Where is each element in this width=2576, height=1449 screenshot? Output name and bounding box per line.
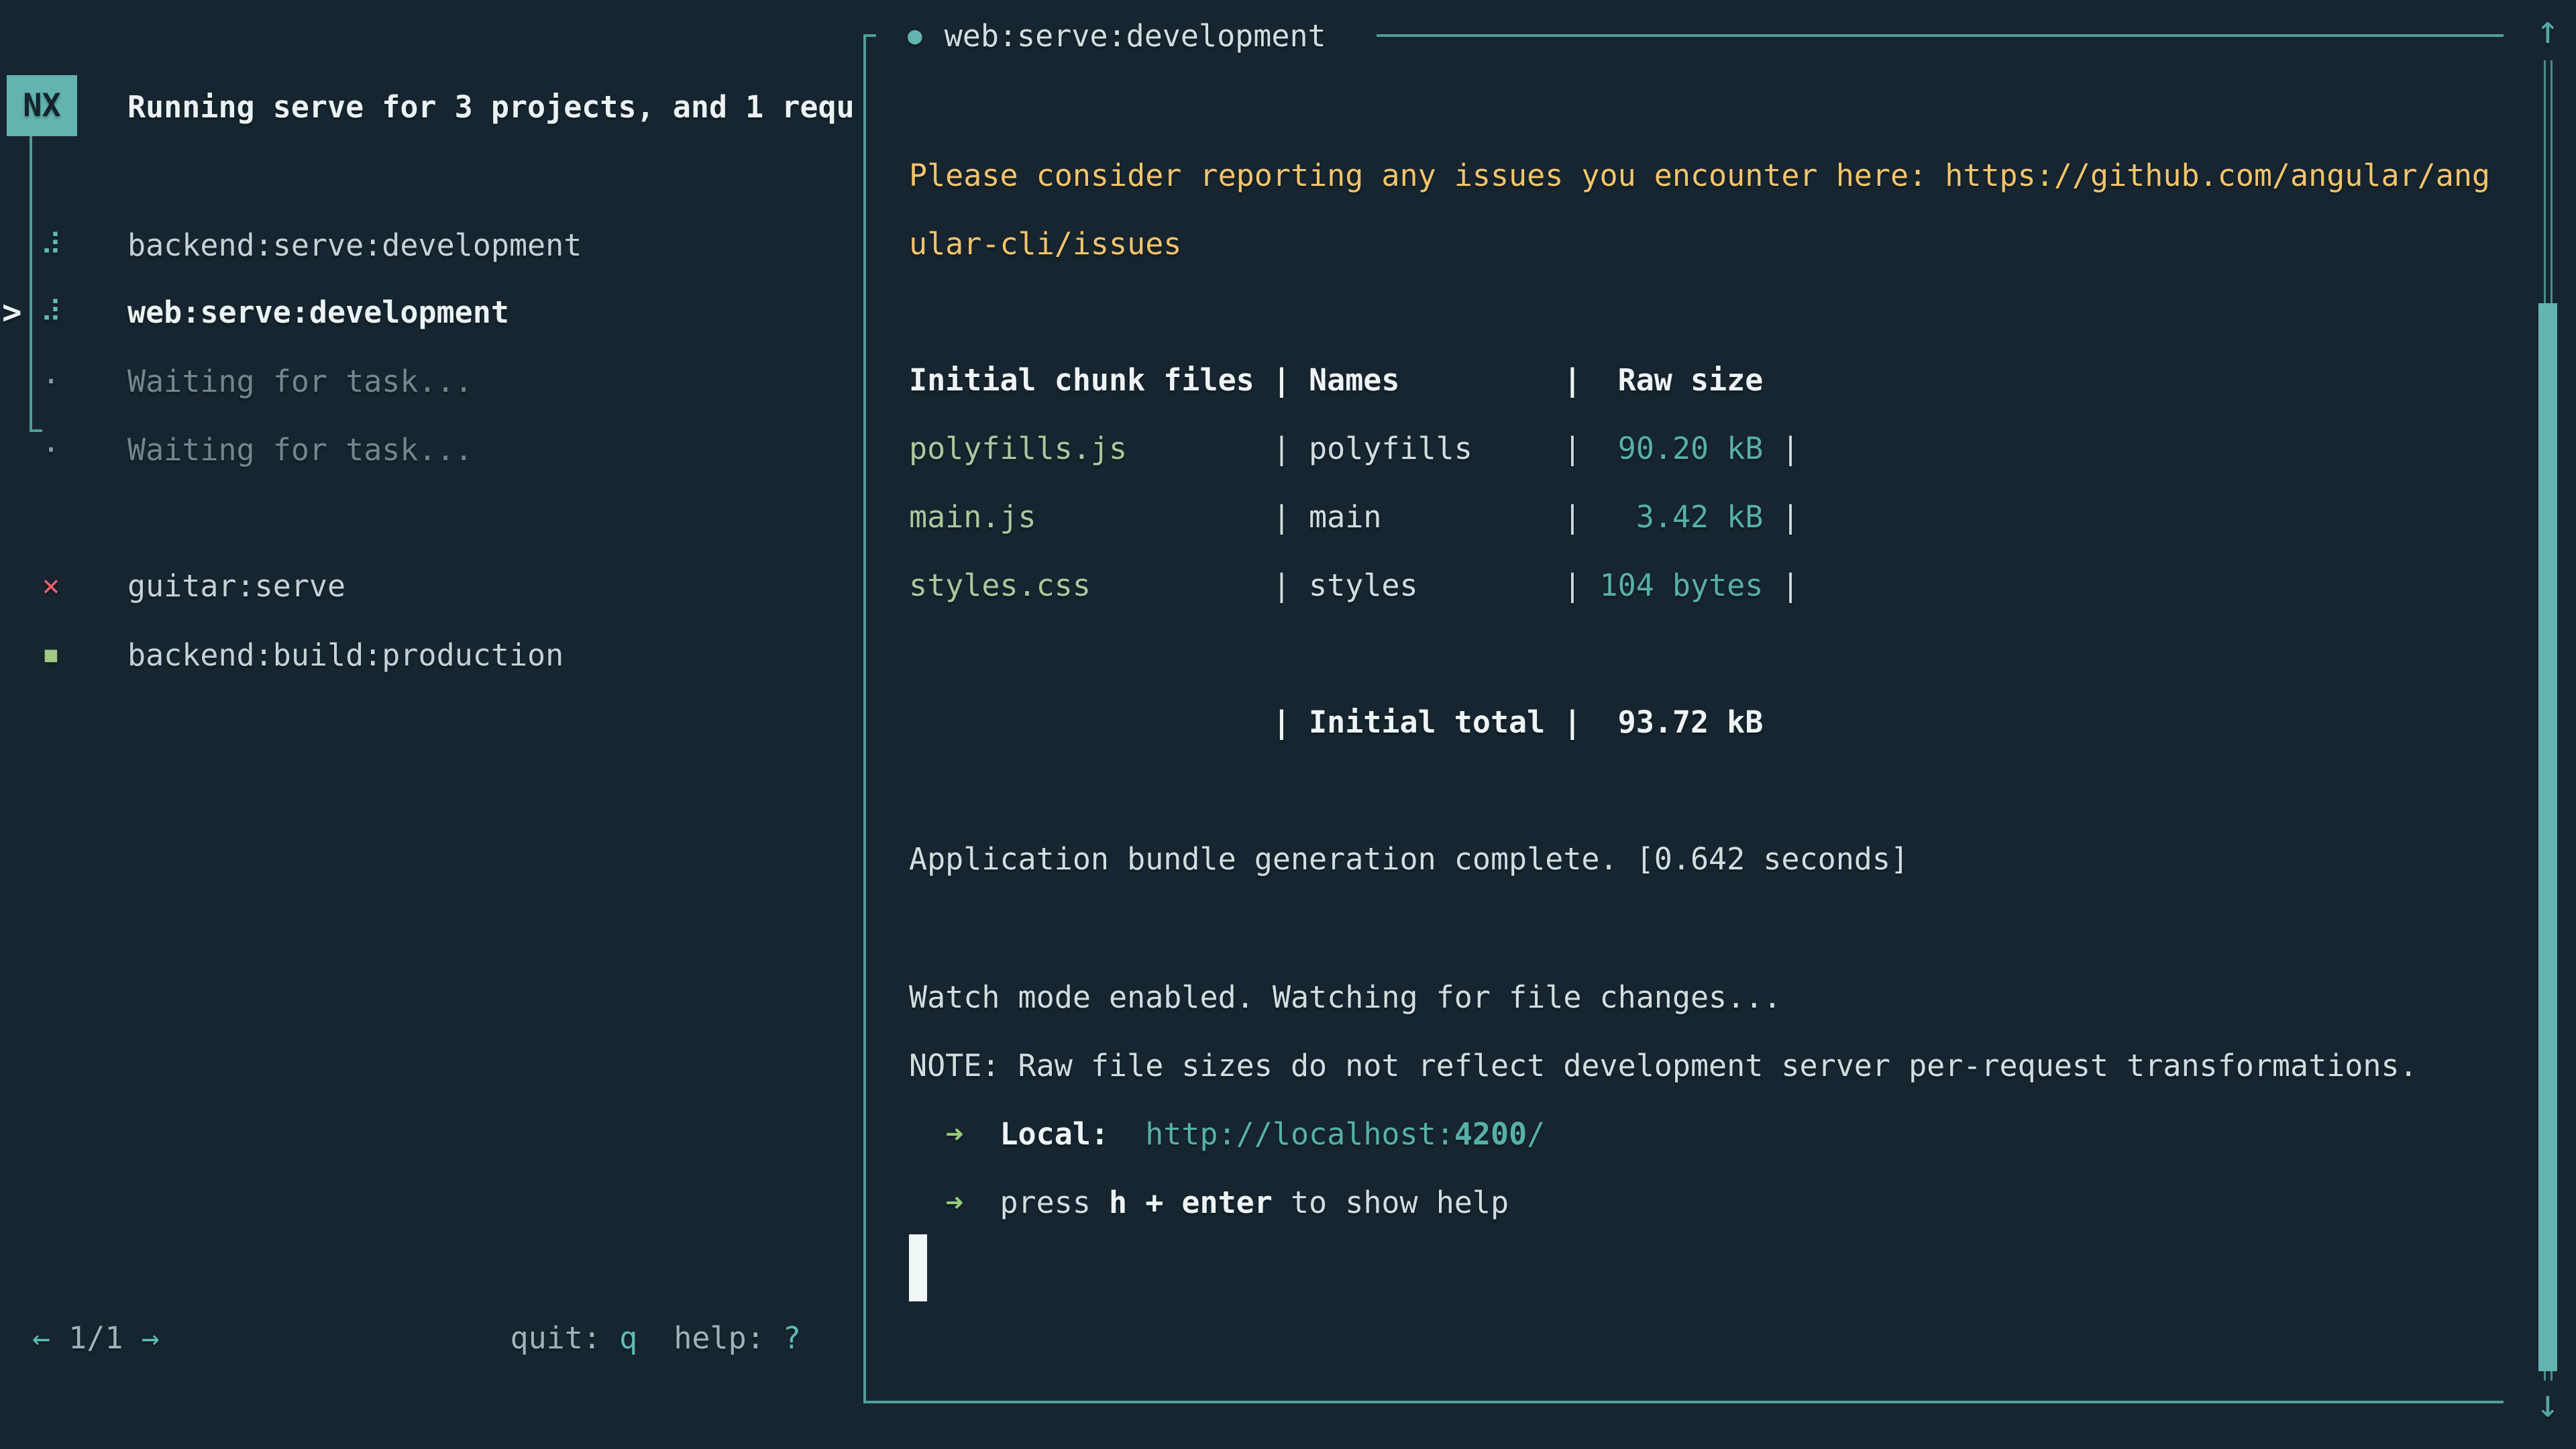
task-label: Waiting for task... bbox=[127, 432, 473, 468]
waiting-dot-icon: · bbox=[35, 432, 67, 468]
output-line-notice-url-wrap[interactable]: ular-cli/issues bbox=[909, 210, 1181, 278]
pager-prev-icon[interactable]: ← bbox=[32, 1320, 50, 1356]
panel-title-text: web:serve:development bbox=[945, 18, 1326, 54]
task-label: guitar:serve bbox=[127, 568, 345, 604]
task-label: web:serve:development bbox=[127, 294, 509, 330]
spinner-icon: ⠼ bbox=[35, 295, 67, 329]
task-row-waiting-1[interactable]: · Waiting for task... bbox=[0, 347, 863, 415]
keyboard-hints: quit: q help: ? bbox=[511, 1304, 802, 1373]
pager-label: 1/1 bbox=[50, 1320, 141, 1356]
table-header-row: Initial chunk files | Names | Raw size bbox=[909, 346, 1763, 415]
task-row-backend-build-success[interactable]: ■ backend:build:production bbox=[0, 621, 863, 689]
scrollbar-thumb[interactable] bbox=[2538, 303, 2557, 1371]
waiting-dot-icon: · bbox=[35, 364, 67, 399]
sidebar: NX Running serve for 3 projects, and 1 r… bbox=[0, 0, 863, 1449]
task-label: backend:build:production bbox=[127, 637, 564, 673]
task-row-backend-serve[interactable]: ⠼ backend:serve:development bbox=[0, 211, 863, 279]
nx-logo: NX bbox=[7, 75, 77, 136]
table-row-styles: styles.css | styles | 104 bytes | bbox=[909, 551, 1800, 620]
scroll-down-arrow-icon[interactable]: ↓ bbox=[2526, 1374, 2569, 1433]
task-label: Waiting for task... bbox=[127, 364, 473, 399]
table-row-initial-total: | Initial total | 93.72 kB bbox=[909, 688, 1763, 757]
panel-border-title-line bbox=[1377, 34, 2504, 37]
terminal-cursor bbox=[909, 1234, 927, 1301]
panel-title: ● web:serve:development bbox=[908, 4, 1326, 67]
task-output-panel: ● web:serve:development Please consider … bbox=[863, 36, 2504, 1403]
sidebar-header-title: Running serve for 3 projects, and 1 requ bbox=[127, 73, 855, 142]
scroll-up-arrow-icon[interactable]: ↑ bbox=[2526, 0, 2569, 59]
nx-tui-screen: NX Running serve for 3 projects, and 1 r… bbox=[0, 0, 2576, 1449]
output-line-press-help: ➜ press h + enter to show help bbox=[909, 1169, 1509, 1237]
table-row-main: main.js | main | 3.42 kB | bbox=[909, 483, 1800, 551]
output-line-local-url[interactable]: ➜ Local: http://localhost:4200/ bbox=[909, 1100, 1545, 1169]
error-cross-icon: ✕ bbox=[35, 569, 67, 602]
task-row-web-serve-selected[interactable]: > ⠼ web:serve:development bbox=[0, 278, 863, 346]
spinner-icon: ⠼ bbox=[35, 228, 67, 262]
selection-chevron-icon: > bbox=[2, 293, 22, 331]
task-label: backend:serve:development bbox=[127, 227, 582, 263]
output-line-note: NOTE: Raw file sizes do not reflect deve… bbox=[909, 1032, 2418, 1100]
status-dot-icon: ● bbox=[908, 22, 922, 50]
output-line-notice-url[interactable]: Please consider reporting any issues you… bbox=[909, 142, 2490, 210]
panel-border-stub bbox=[863, 34, 876, 37]
pager-next-icon[interactable]: → bbox=[142, 1320, 160, 1356]
output-line-watch-mode: Watch mode enabled. Watching for file ch… bbox=[909, 963, 1781, 1032]
task-row-guitar-serve-failed[interactable]: ✕ guitar:serve bbox=[0, 551, 863, 620]
pager: ← 1/1 → bbox=[32, 1304, 160, 1373]
table-row-polyfills: polyfills.js | polyfills | 90.20 kB | bbox=[909, 415, 1800, 483]
output-line-bundle-complete: Application bundle generation complete. … bbox=[909, 825, 1909, 894]
success-square-icon: ■ bbox=[35, 643, 67, 667]
task-row-waiting-2[interactable]: · Waiting for task... bbox=[0, 415, 863, 484]
